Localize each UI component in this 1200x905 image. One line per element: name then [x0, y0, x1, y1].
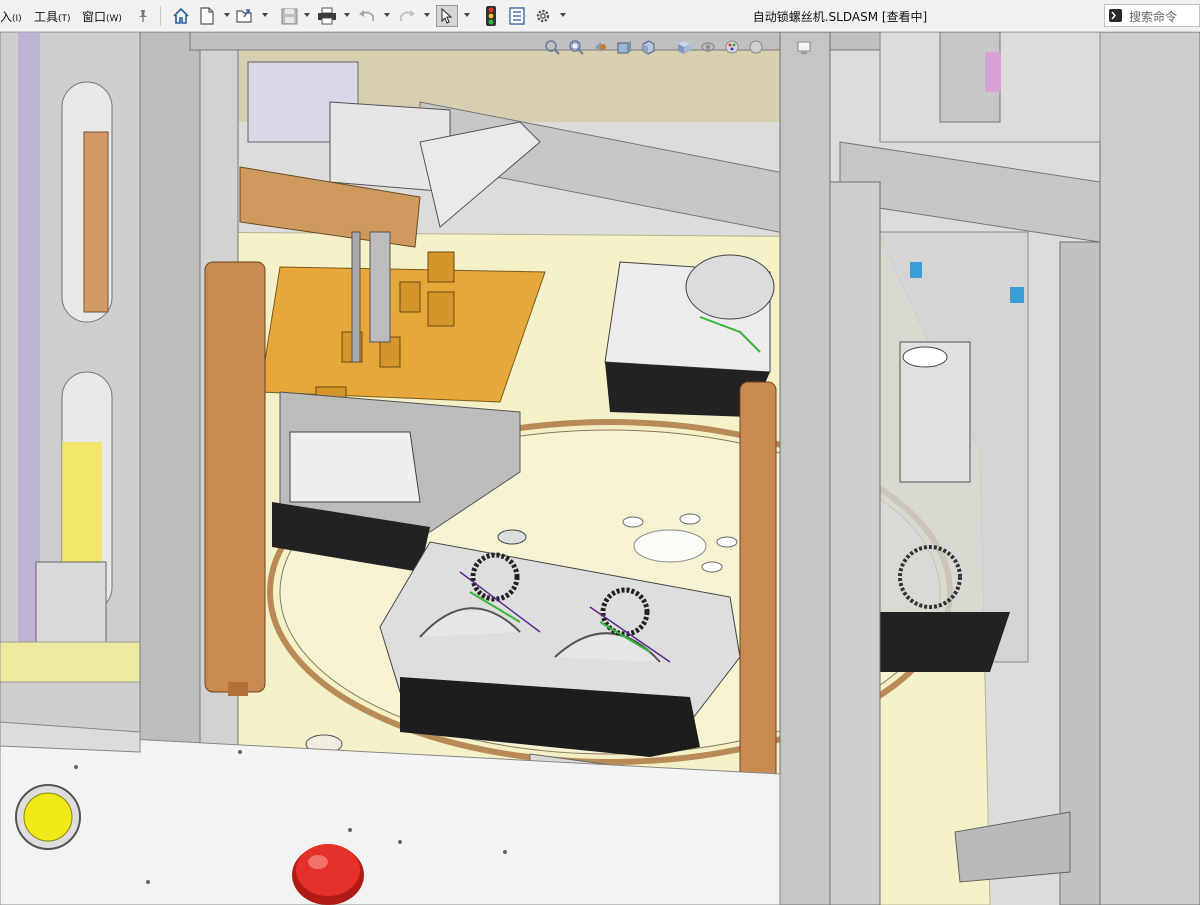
view-settings-icon[interactable] — [796, 39, 812, 55]
wood-post-right — [739, 381, 777, 803]
center-aluminum-profile — [779, 32, 831, 905]
start-button[interactable] — [15, 784, 81, 850]
left-aluminum-profile — [139, 32, 201, 763]
menu-window[interactable]: 窗口(W) — [82, 8, 122, 25]
heads-up-view-toolbar — [540, 36, 820, 58]
home-icon[interactable] — [170, 5, 192, 27]
print-dropdown-arrow[interactable] — [344, 13, 350, 17]
menu-insert-accel: (I) — [12, 14, 22, 24]
file-properties-icon[interactable] — [506, 5, 528, 27]
section-view-icon[interactable] — [616, 39, 632, 55]
assembly-model-render — [0, 32, 1200, 905]
save-dropdown-arrow[interactable] — [304, 13, 310, 17]
select-pointer-icon[interactable] — [436, 5, 458, 27]
command-prompt-icon — [1109, 9, 1122, 22]
document-title: 自动锁螺丝机.SLDASM [查看中] — [752, 10, 928, 24]
menu-window-accel: (W) — [106, 14, 122, 24]
undo-icon[interactable] — [356, 5, 378, 27]
search-command-field[interactable]: 搜索命令 — [1104, 4, 1200, 27]
menu-insert-label: 入 — [0, 10, 13, 24]
undo-dropdown-arrow[interactable] — [384, 13, 390, 17]
previous-view-icon[interactable] — [592, 39, 608, 55]
menu-tools-accel: (T) — [58, 14, 71, 24]
toolbar-separator — [160, 6, 161, 26]
command-manager-toolbar: 入(I) 工具(T) 窗口(W) 自动锁螺丝机.SLDASM [查看中] 搜索命… — [0, 0, 1200, 32]
redo-dropdown-arrow[interactable] — [424, 13, 430, 17]
apply-scene-icon[interactable] — [748, 39, 764, 55]
pin-icon[interactable] — [132, 5, 154, 27]
select-dropdown-arrow[interactable] — [464, 13, 470, 17]
open-icon[interactable] — [234, 5, 256, 27]
zoom-area-icon[interactable] — [568, 39, 584, 55]
new-dropdown-arrow[interactable] — [224, 13, 230, 17]
options-gear-icon[interactable] — [532, 5, 554, 27]
menu-insert[interactable]: 入(I) — [0, 8, 22, 25]
edit-appearance-icon[interactable] — [724, 39, 740, 55]
menu-tools-label: 工具 — [34, 10, 59, 24]
print-icon[interactable] — [316, 5, 338, 27]
wood-post-left — [204, 261, 266, 693]
zoom-to-fit-icon[interactable] — [544, 39, 560, 55]
view-orientation-icon[interactable] — [640, 39, 656, 55]
graphics-area[interactable] — [0, 32, 1200, 905]
search-placeholder: 搜索命令 — [1129, 10, 1178, 24]
options-dropdown-arrow[interactable] — [560, 13, 566, 17]
redo-icon[interactable] — [396, 5, 418, 27]
right-aluminum-profile — [1099, 32, 1200, 905]
menu-tools[interactable]: 工具(T) — [34, 8, 71, 25]
display-style-icon[interactable] — [676, 39, 692, 55]
menu-window-label: 窗口 — [82, 10, 107, 24]
save-icon[interactable] — [278, 5, 300, 27]
open-dropdown-arrow[interactable] — [262, 13, 268, 17]
new-document-icon[interactable] — [196, 5, 218, 27]
rebuild-traffic-light-icon[interactable] — [480, 5, 502, 27]
hide-show-icon[interactable] — [700, 39, 716, 55]
